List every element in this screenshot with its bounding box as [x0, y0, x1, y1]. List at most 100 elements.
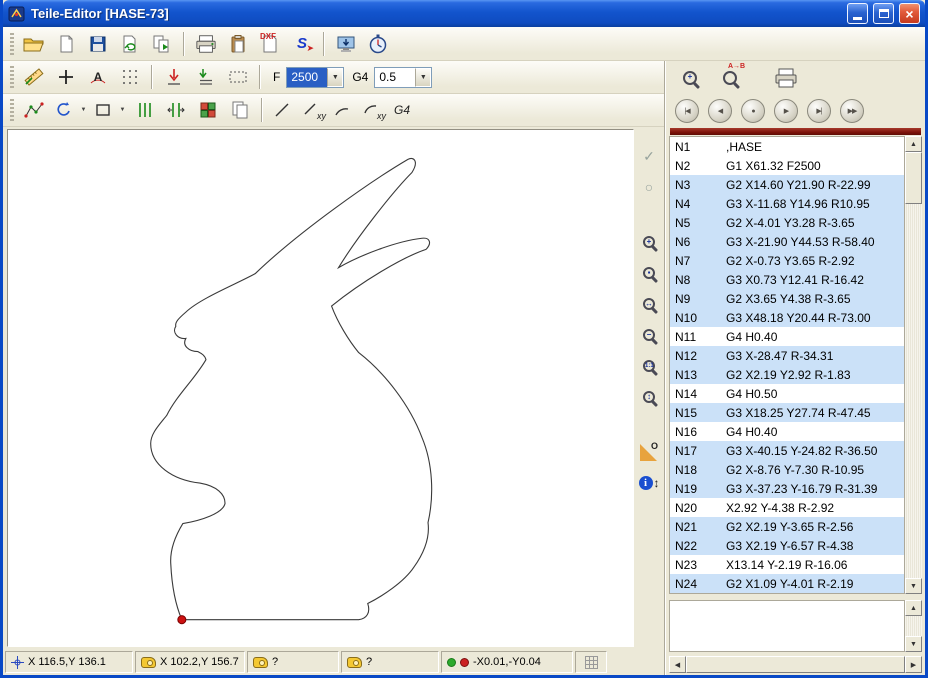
- reload-button[interactable]: [115, 30, 145, 58]
- toolbar-grip[interactable]: [10, 99, 14, 121]
- panel-print-button[interactable]: [771, 64, 801, 92]
- gcode-row[interactable]: N17G3 X-40.15 Y-24.82 R-36.50: [670, 441, 904, 460]
- maximize-button[interactable]: [873, 3, 894, 24]
- mirror-button[interactable]: [161, 96, 191, 124]
- dwell-dropdown-button[interactable]: ▼: [415, 68, 431, 87]
- save-button[interactable]: [83, 30, 113, 58]
- machine-transfer-button[interactable]: [331, 30, 361, 58]
- dxf-import-button[interactable]: DXF: [255, 30, 285, 58]
- zoom-actual-button[interactable]: 1:1: [637, 355, 661, 377]
- gcode-row[interactable]: N8G3 X0.73 Y12.41 R-16.42: [670, 270, 904, 289]
- insert-line-button[interactable]: [191, 63, 221, 91]
- gcode-row[interactable]: N19G3 X-37.23 Y-16.79 R-31.39: [670, 479, 904, 498]
- zoom-out-button[interactable]: −: [637, 324, 661, 346]
- rotate-dropdown-button[interactable]: ▼: [79, 96, 88, 124]
- paste-button[interactable]: [223, 30, 253, 58]
- gcode-row[interactable]: N16G4 H0.40: [670, 422, 904, 441]
- gcode-row[interactable]: N1,HASE: [670, 137, 904, 156]
- zoom-fit-button[interactable]: ↕: [637, 386, 661, 408]
- feed-combo[interactable]: 2500 ▼: [286, 67, 344, 88]
- import-point-button[interactable]: [159, 63, 189, 91]
- toolbar-grip[interactable]: [10, 66, 14, 88]
- gcode-row[interactable]: N10G3 X48.18 Y20.44 R-73.00: [670, 308, 904, 327]
- zoom-pan-button[interactable]: ↔: [637, 293, 661, 315]
- crosshair-button[interactable]: [51, 63, 81, 91]
- gcode-scrollbar[interactable]: ▲ ▼: [905, 136, 922, 594]
- line-button[interactable]: [269, 96, 295, 124]
- scroll-up-button[interactable]: ▲: [905, 136, 922, 152]
- info-button[interactable]: i↕: [637, 472, 661, 494]
- start-point[interactable]: [178, 616, 186, 624]
- goto-start-button[interactable]: |◀: [675, 99, 699, 123]
- gcode-row[interactable]: N3G2 X14.60 Y21.90 R-22.99: [670, 175, 904, 194]
- gcode-row[interactable]: N4G3 X-11.68 Y14.96 R10.95: [670, 194, 904, 213]
- hscroll-thumb[interactable]: [686, 656, 905, 673]
- panel-hscrollbar[interactable]: ◀ ▶: [669, 656, 922, 673]
- gcode-row[interactable]: N2G1 X61.32 F2500: [670, 156, 904, 175]
- quadrant-button[interactable]: [193, 96, 223, 124]
- ortho-button[interactable]: O: [637, 441, 661, 463]
- gcode-row[interactable]: N21G2 X2.19 Y-3.65 R-2.56: [670, 517, 904, 536]
- scroll-up-button[interactable]: ▲: [905, 600, 922, 616]
- gcode-row[interactable]: N13G2 X2.19 Y2.92 R-1.83: [670, 365, 904, 384]
- rotate-button[interactable]: [51, 96, 77, 124]
- panel-zoom-button[interactable]: +: [677, 64, 703, 92]
- part-outline[interactable]: [151, 158, 432, 619]
- goto-end-button[interactable]: ▶|: [807, 99, 831, 123]
- gcode-row[interactable]: N20X2.92 Y-4.38 R-2.92: [670, 498, 904, 517]
- zoom-a-b-button[interactable]: A→B: [717, 64, 743, 92]
- gcode-row[interactable]: N14G4 H0.50: [670, 384, 904, 403]
- arc-button[interactable]: [329, 96, 355, 124]
- zoom-window-button[interactable]: ▪: [637, 262, 661, 284]
- run-button[interactable]: ▶▶: [840, 99, 864, 123]
- gcode-row[interactable]: N15G3 X18.25 Y27.74 R-47.45: [670, 403, 904, 422]
- step-back-button[interactable]: ◀: [708, 99, 732, 123]
- open-button[interactable]: [19, 30, 49, 58]
- gcode-row[interactable]: N9G2 X3.65 Y4.38 R-3.65: [670, 289, 904, 308]
- gcode-row[interactable]: N18G2 X-8.76 Y-7.30 R-10.95: [670, 460, 904, 479]
- measure-button[interactable]: [19, 63, 49, 91]
- grid-toggle-button[interactable]: [115, 63, 145, 91]
- print-button[interactable]: [191, 30, 221, 58]
- shape-dropdown-button[interactable]: ▼: [118, 96, 127, 124]
- stop-button[interactable]: ●: [741, 99, 765, 123]
- gcode-row[interactable]: N5G2 X-4.01 Y3.28 R-3.65: [670, 213, 904, 232]
- spline-button[interactable]: S ➤: [287, 30, 317, 58]
- save-copy-button[interactable]: [147, 30, 177, 58]
- minimize-button[interactable]: [847, 3, 868, 24]
- apply-button[interactable]: ✓: [637, 145, 661, 167]
- selection-button[interactable]: [223, 63, 253, 91]
- message-box[interactable]: [669, 600, 905, 652]
- zoom-in-button[interactable]: +: [637, 231, 661, 253]
- dwell-combo[interactable]: 0.5 ▼: [374, 67, 432, 88]
- message-scrollbar[interactable]: ▲ ▼: [905, 600, 922, 652]
- polyline-button[interactable]: [19, 96, 49, 124]
- duplicate-button[interactable]: [225, 96, 255, 124]
- scroll-left-button[interactable]: ◀: [669, 656, 686, 673]
- feed-dropdown-button[interactable]: ▼: [327, 68, 343, 87]
- new-button[interactable]: [51, 30, 81, 58]
- gcode-row[interactable]: N23X13.14 Y-2.19 R-16.06: [670, 555, 904, 574]
- close-button[interactable]: ×: [899, 3, 920, 24]
- timer-button[interactable]: [363, 30, 393, 58]
- toolbar-grip[interactable]: [10, 33, 14, 55]
- offset-button[interactable]: [129, 96, 159, 124]
- gcode-row[interactable]: N7G2 X-0.73 Y3.65 R-2.92: [670, 251, 904, 270]
- gcode-row[interactable]: N22G3 X2.19 Y-6.57 R-4.38: [670, 536, 904, 555]
- g4-button[interactable]: G4: [389, 96, 415, 124]
- scroll-track[interactable]: [905, 204, 922, 578]
- gcode-row[interactable]: N6G3 X-21.90 Y44.53 R-58.40: [670, 232, 904, 251]
- scroll-thumb[interactable]: [905, 152, 922, 204]
- line-xy-button[interactable]: xy: [297, 96, 327, 124]
- scroll-down-button[interactable]: ▼: [905, 636, 922, 652]
- scroll-down-button[interactable]: ▼: [905, 578, 922, 594]
- gcode-row[interactable]: N12G3 X-28.47 R-34.31: [670, 346, 904, 365]
- grid-status-panel[interactable]: [575, 651, 607, 673]
- angle-button[interactable]: A: [83, 63, 113, 91]
- step-forward-button[interactable]: ▶: [774, 99, 798, 123]
- drawing-canvas[interactable]: [7, 129, 634, 647]
- status-ring-button[interactable]: ○: [637, 176, 661, 198]
- scroll-right-button[interactable]: ▶: [905, 656, 922, 673]
- shape-button[interactable]: [90, 96, 116, 124]
- gcode-row[interactable]: N24G2 X1.09 Y-4.01 R-2.19: [670, 574, 904, 593]
